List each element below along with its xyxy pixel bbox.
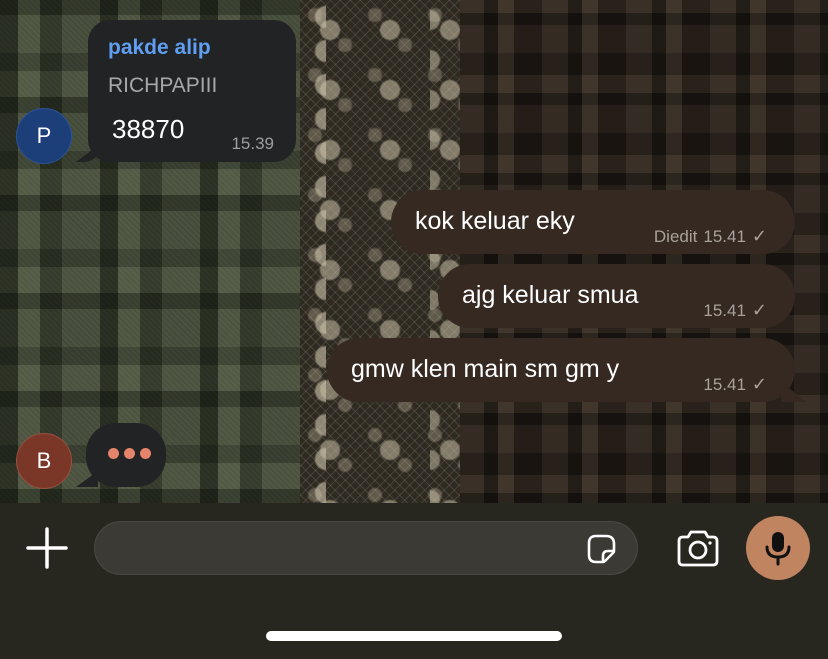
message-time: 15.39	[231, 134, 274, 153]
sticker-button[interactable]	[583, 531, 619, 567]
chat-screen: P pakde alip RICHPAPIII 38870 15.39 kok …	[0, 0, 828, 659]
plus-icon	[26, 527, 68, 569]
sender-name[interactable]: pakde alip	[108, 36, 211, 60]
message-time: 15.41	[703, 226, 746, 246]
attach-button[interactable]	[24, 525, 70, 571]
typing-dot	[124, 448, 135, 459]
home-indicator[interactable]	[266, 631, 562, 641]
avatar-letter: B	[36, 448, 52, 473]
incoming-message-bubble[interactable]: pakde alip RICHPAPIII 38870 15.39	[88, 20, 296, 162]
avatar-letter: P	[36, 123, 52, 148]
message-text: gmw klen main sm gm y	[351, 355, 620, 383]
avatar-typing-user-b[interactable]: B	[16, 433, 72, 489]
message-meta: 15.41 ✓	[703, 374, 767, 395]
message-time: 15.41	[703, 300, 746, 320]
sent-check-icon: ✓	[751, 226, 767, 246]
outgoing-message-bubble[interactable]: gmw klen main sm gm y 15.41 ✓	[327, 338, 795, 402]
message-text: ajg keluar smua	[462, 281, 639, 309]
typing-dot	[140, 448, 151, 459]
camera-icon	[677, 530, 719, 567]
message-meta: Diedit 15.41 ✓	[654, 226, 767, 247]
outgoing-message-bubble[interactable]: ajg keluar smua 15.41 ✓	[438, 264, 795, 328]
typing-dot	[108, 448, 119, 459]
wallpaper-lace-edge-left	[296, 0, 326, 505]
message-time: 15.41	[703, 374, 746, 394]
outgoing-message-bubble[interactable]: kok keluar eky Diedit 15.41 ✓	[391, 190, 795, 254]
sent-check-icon: ✓	[751, 374, 767, 394]
message-input-container[interactable]	[94, 521, 638, 576]
microphone-icon	[765, 532, 791, 566]
voice-message-button[interactable]	[746, 516, 810, 580]
message-composer-bar	[0, 503, 828, 659]
avatar-sender-p[interactable]: P	[16, 108, 72, 164]
sender-alias: RICHPAPIII	[108, 74, 218, 97]
sent-check-icon: ✓	[751, 300, 767, 320]
edited-label: Diedit	[653, 226, 698, 246]
typing-indicator-bubble	[86, 423, 166, 487]
message-input[interactable]	[113, 522, 567, 576]
message-text: kok keluar eky	[415, 207, 575, 235]
camera-button[interactable]	[674, 525, 722, 573]
message-meta: 15.41 ✓	[703, 300, 767, 321]
sticker-icon	[587, 534, 616, 564]
message-text: 38870	[112, 114, 185, 144]
